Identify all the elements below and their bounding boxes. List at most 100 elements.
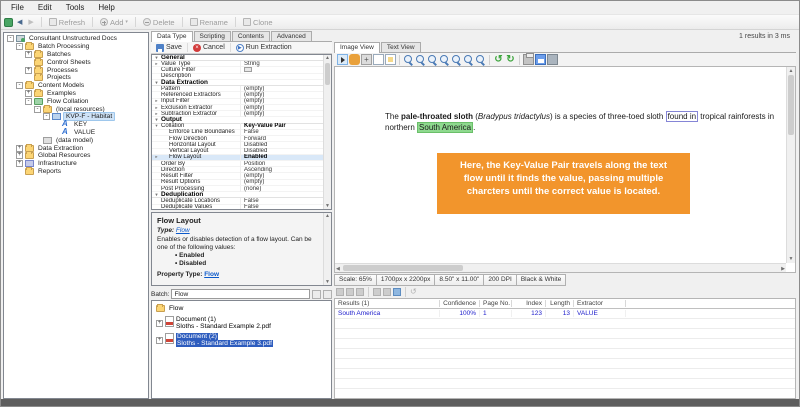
pan-hand-icon[interactable] bbox=[349, 54, 360, 65]
property-value[interactable]: (empty) bbox=[240, 105, 331, 111]
forward-arrow-icon[interactable]: ▶ bbox=[26, 18, 35, 26]
refresh-button[interactable]: Refresh bbox=[47, 18, 87, 27]
blue-icon[interactable] bbox=[393, 288, 401, 296]
expander-icon[interactable]: ▸ bbox=[152, 154, 161, 160]
add-zone-icon[interactable] bbox=[361, 54, 372, 65]
expand-icon[interactable]: + bbox=[156, 337, 163, 344]
expander-icon[interactable]: ▸ bbox=[152, 111, 161, 117]
column-header[interactable]: Extractor bbox=[574, 300, 626, 307]
expand-icon[interactable]: + bbox=[25, 51, 32, 58]
rename-button[interactable]: Rename bbox=[188, 18, 230, 27]
property-value[interactable]: Enabled bbox=[240, 154, 331, 160]
property-value[interactable]: (empty) bbox=[240, 173, 331, 179]
property-value[interactable]: (empty) bbox=[240, 179, 331, 185]
scroll-down-icon[interactable]: ▼ bbox=[324, 279, 331, 285]
expander-icon[interactable]: ▾ bbox=[152, 192, 161, 198]
delete-button[interactable]: Delete bbox=[141, 18, 177, 27]
cell-icon[interactable] bbox=[336, 288, 344, 296]
document-title[interactable]: Document (2) bbox=[176, 333, 273, 340]
property-value[interactable]: False bbox=[240, 204, 331, 210]
tab-text-view[interactable]: Text View bbox=[381, 42, 421, 52]
tree-item[interactable]: VALUE bbox=[4, 129, 148, 137]
expand-icon[interactable]: + bbox=[16, 145, 23, 152]
batch-root-item[interactable]: Flow bbox=[156, 304, 331, 313]
tree-item[interactable]: +Batches bbox=[4, 51, 148, 59]
batch-document[interactable]: +Document (1)Sloths - Standard Example 2… bbox=[156, 316, 331, 330]
add-button[interactable]: Add▾ bbox=[98, 18, 130, 27]
expander-icon[interactable]: ▾ bbox=[152, 123, 161, 129]
property-value[interactable]: (empty) bbox=[240, 111, 331, 117]
tab-scripting[interactable]: Scripting bbox=[194, 31, 231, 41]
property-value[interactable]: Forward bbox=[240, 136, 331, 142]
document-filename[interactable]: Sloths - Standard Example 3.pdf bbox=[176, 340, 273, 347]
document-canvas[interactable]: The pale-throated sloth (Bradypus tridac… bbox=[334, 66, 796, 273]
scroll-thumb[interactable] bbox=[788, 75, 794, 135]
expand-icon[interactable]: + bbox=[16, 152, 23, 159]
page-thumb-icon[interactable] bbox=[385, 54, 396, 65]
scroll-up-icon[interactable]: ▲ bbox=[787, 68, 795, 74]
column-header[interactable]: Results (1) bbox=[335, 300, 440, 307]
tree-item[interactable]: -Content Models bbox=[4, 82, 148, 90]
batch-document[interactable]: + Document (2)Sloths - Standard Example 3… bbox=[156, 333, 331, 347]
tree-item[interactable]: Control Sheets bbox=[4, 58, 148, 66]
menu-edit[interactable]: Edit bbox=[31, 3, 59, 12]
clone-button[interactable]: Clone bbox=[241, 18, 275, 27]
back-arrow-icon[interactable]: ◀ bbox=[15, 18, 24, 26]
property-value[interactable]: Key-Value Pair bbox=[240, 123, 331, 129]
scroll-right-icon[interactable]: ▶ bbox=[781, 266, 785, 272]
rotate-right-icon[interactable]: ↻ bbox=[505, 54, 516, 65]
column-header[interactable]: Page No. bbox=[480, 300, 512, 307]
column-header[interactable]: Index bbox=[512, 300, 546, 307]
cell-icon[interactable] bbox=[356, 288, 364, 296]
document-title[interactable]: Document (1) bbox=[176, 316, 271, 323]
cell-icon[interactable] bbox=[383, 288, 391, 296]
page-view-icon[interactable] bbox=[373, 54, 384, 65]
zoom-width-icon[interactable] bbox=[463, 54, 474, 65]
cursor-icon[interactable] bbox=[337, 54, 348, 65]
cell-icon[interactable] bbox=[373, 288, 381, 296]
column-header[interactable]: Length bbox=[546, 300, 574, 307]
cell-icon[interactable] bbox=[346, 288, 354, 296]
tree-item[interactable]: -Flow Collation bbox=[4, 97, 148, 105]
zoom-height-icon[interactable] bbox=[475, 54, 486, 65]
help-property-type-link[interactable]: Flow bbox=[204, 271, 219, 278]
property-value[interactable]: Position bbox=[240, 161, 331, 167]
column-header[interactable]: Confidence bbox=[440, 300, 480, 307]
collapse-icon[interactable]: - bbox=[7, 35, 14, 42]
expand-icon[interactable]: + bbox=[16, 160, 23, 167]
property-value[interactable]: False bbox=[240, 198, 331, 204]
menu-file[interactable]: File bbox=[4, 3, 31, 12]
zoom-actual-icon[interactable] bbox=[427, 54, 438, 65]
tab-image-view[interactable]: Image View bbox=[334, 42, 380, 53]
property-row[interactable]: Deduplicate ValuesFalse bbox=[152, 205, 331, 210]
tab-advanced[interactable]: Advanced bbox=[271, 31, 312, 41]
canvas-vertical-scrollbar[interactable]: ▲ ▼ bbox=[786, 67, 795, 263]
cancel-button[interactable]: × Cancel bbox=[191, 44, 227, 52]
collapse-icon[interactable]: - bbox=[34, 106, 41, 113]
tree-item[interactable]: +Global Resources bbox=[4, 152, 148, 160]
expand-icon[interactable]: + bbox=[25, 90, 32, 97]
expand-icon[interactable]: + bbox=[156, 320, 163, 327]
scroll-thumb[interactable] bbox=[343, 265, 463, 271]
scroll-down-icon[interactable]: ▼ bbox=[787, 256, 795, 262]
collapse-icon[interactable]: - bbox=[25, 98, 32, 105]
property-value[interactable]: (empty) bbox=[240, 86, 331, 92]
help-type-link[interactable]: Flow bbox=[176, 227, 190, 234]
tree-item[interactable]: Reports bbox=[4, 168, 148, 176]
scroll-thumb[interactable] bbox=[325, 63, 330, 85]
batch-filter-icon[interactable] bbox=[312, 290, 321, 299]
property-value[interactable]: (none) bbox=[240, 186, 331, 192]
expander-icon[interactable]: ▸ bbox=[152, 98, 161, 104]
image-tools-icon[interactable] bbox=[547, 54, 558, 65]
zoom-out-icon[interactable] bbox=[415, 54, 426, 65]
save-button[interactable]: Save bbox=[154, 44, 184, 52]
expander-icon[interactable]: ▸ bbox=[152, 105, 161, 111]
expander-icon[interactable]: ▾ bbox=[152, 80, 161, 86]
collapse-icon[interactable]: - bbox=[16, 43, 23, 50]
property-value[interactable]: Ascending bbox=[240, 167, 331, 173]
scroll-up-icon[interactable]: ▲ bbox=[324, 55, 331, 61]
tree-item[interactable]: -KVP-F - Habitat bbox=[4, 113, 148, 121]
tree-item[interactable]: +Processes bbox=[4, 66, 148, 74]
zoom-fit-icon[interactable] bbox=[451, 54, 462, 65]
expand-icon[interactable]: + bbox=[25, 67, 32, 74]
